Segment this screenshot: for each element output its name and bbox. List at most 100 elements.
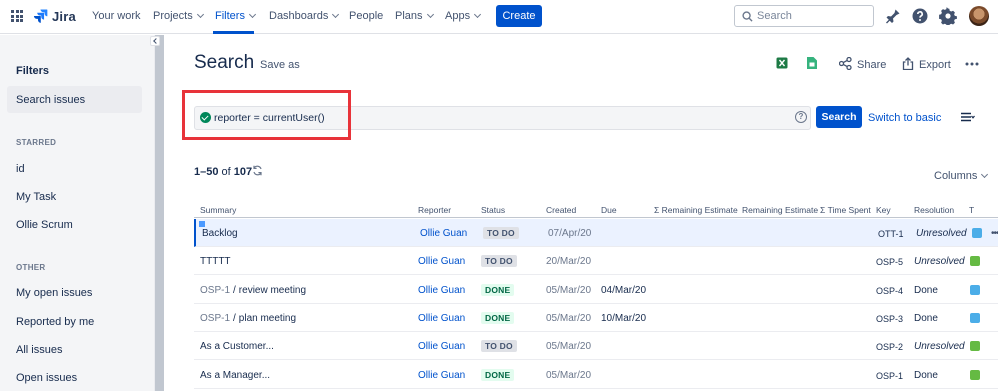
issue-type-story-icon [970,341,980,351]
sidebar-item-open-issues[interactable]: Open issues [16,372,77,384]
column-header-due[interactable]: Due [601,205,617,215]
issue-summary[interactable]: As a Manager... [200,370,270,381]
table-row[interactable]: Backlog Ollie Guan TO DO 07/Apr/20 OTT-1 Unre… [194,219,998,247]
sidebar-section-starred: STARRED [16,138,57,147]
status-badge: TO DO [483,227,519,239]
export-icon[interactable] [902,57,914,70]
column-header-summary[interactable]: Summary [200,205,236,215]
sidebar-item-my-open-issues[interactable]: My open issues [16,287,92,299]
resolution: Unresolved [914,341,965,352]
issue-key[interactable]: OSP-3 [876,314,903,324]
column-header-sum-time-spent[interactable]: Σ Time Spent [820,205,871,215]
table-row[interactable]: OSP-1/plan meeting Ollie Guan DONE 05/Mar/2… [194,304,998,332]
issue-key[interactable]: OSP-2 [876,342,903,352]
settings-icon[interactable] [939,7,957,25]
parent-separator: / [233,313,236,324]
nav-projects[interactable]: Projects [153,10,204,22]
due-date: 10/Mar/20 [601,313,647,324]
csv-export-icon[interactable] [807,57,817,69]
issue-summary[interactable]: As a Customer... [200,341,274,352]
reporter-link[interactable]: Ollie Guan [418,256,465,267]
column-header-sum-remaining-estimate[interactable]: Σ Remaining Estimate [654,205,738,215]
issue-key[interactable]: OTT-1 [878,229,904,239]
sidebar-section-other: OTHER [16,263,46,272]
sidebar-scrollbar[interactable] [155,35,164,391]
reporter-link[interactable]: Ollie Guan [418,341,465,352]
nav-plans[interactable]: Plans [395,10,434,22]
issue-summary[interactable]: TTTTT [200,256,231,267]
sidebar-item-search-issues[interactable]: Search issues [16,94,85,106]
collapse-sidebar-button[interactable] [150,36,160,46]
table-row[interactable]: As a Customer... Ollie Guan TO DO 05/Mar/20… [194,332,998,360]
more-actions-icon[interactable] [965,62,979,66]
search-button[interactable]: Search [816,106,862,128]
parent-issue-link[interactable]: OSP-1 [200,285,230,296]
sidebar-item-id[interactable]: id [16,163,25,175]
sidebar-item-reported-by-me[interactable]: Reported by me [16,316,94,328]
refresh-icon[interactable] [252,165,263,176]
sidebar-item-all-issues[interactable]: All issues [16,344,62,356]
columns-button[interactable]: Columns [934,170,989,182]
page-title: Search [194,52,255,73]
app-name: Jira [52,8,76,24]
column-header-resolution[interactable]: Resolution [914,205,954,215]
nav-label: People [349,10,384,22]
row-actions-icon[interactable]: ••• [991,228,998,239]
global-search[interactable] [734,5,874,27]
issue-summary[interactable]: review meeting [239,285,306,296]
parent-issue-link[interactable]: OSP-1 [200,313,230,324]
column-header-remaining-estimate[interactable]: Remaining Estimate [742,205,818,215]
issue-key[interactable]: OSP-4 [876,286,903,296]
list-view-menu-icon[interactable] [961,112,975,123]
nav-apps[interactable]: Apps [445,10,482,22]
nav-label: Your work [92,10,141,22]
help-icon[interactable] [911,7,929,25]
excel-export-icon[interactable] [776,57,788,69]
parent-separator: / [233,285,236,296]
table-row[interactable]: TTTTT Ollie Guan TO DO 20/Mar/20 OSP-5 Unreso… [194,247,998,275]
summary-cell[interactable]: OSP-1/plan meeting [200,313,296,324]
save-as-button[interactable]: Save as [260,59,300,71]
query-help-icon[interactable]: ? [795,111,807,123]
export-button[interactable]: Export [919,59,951,71]
reporter-link[interactable]: Ollie Guan [418,313,465,324]
switch-to-basic-link[interactable]: Switch to basic [868,112,941,124]
summary-cell[interactable]: OSP-1/review meeting [200,285,306,296]
resolution: Done [914,370,938,381]
share-icon[interactable] [839,57,852,70]
table-row[interactable]: As a Manager... Ollie Guan DONE 05/Mar/20 OS… [194,361,998,389]
reporter-link[interactable]: Ollie Guan [418,370,465,381]
nav-your-work[interactable]: Your work [92,10,141,22]
due-date: 04/Mar/20 [601,285,647,296]
results-range: 1–50 [194,166,219,178]
issue-summary[interactable]: plan meeting [239,313,296,324]
create-button[interactable]: Create [496,5,542,27]
issue-key[interactable]: OSP-5 [876,257,903,267]
reporter-link[interactable]: Ollie Guan [418,285,465,296]
column-header-key[interactable]: Key [876,205,891,215]
nav-people[interactable]: People [349,10,383,22]
issue-key[interactable]: OSP-1 [876,371,903,381]
notifications-icon[interactable] [884,7,902,25]
apps-grid-icon[interactable] [11,10,23,22]
resolution: Done [914,313,938,324]
sidebar-item-my-task[interactable]: My Task [16,191,56,203]
column-header-reporter[interactable]: Reporter [418,205,451,215]
nav-dashboards[interactable]: Dashboards [269,10,340,22]
column-header-created[interactable]: Created [546,205,576,215]
sidebar-title: Filters [16,65,50,77]
reporter-link[interactable]: Ollie Guan [420,228,467,239]
nav-label: Apps [445,10,471,22]
issue-type-check-icon [972,228,982,238]
share-button[interactable]: Share [857,59,886,71]
column-header-type[interactable]: T [969,205,974,215]
table-row[interactable]: OSP-1/review meeting Ollie Guan DONE 05/Mar… [194,276,998,304]
column-header-status[interactable]: Status [481,205,505,215]
jira-logo[interactable]: Jira [33,8,76,24]
nav-filters[interactable]: Filters [215,10,256,22]
status-badge: TO DO [481,340,517,352]
search-input[interactable] [757,9,867,23]
issue-summary[interactable]: Backlog [202,228,238,239]
sidebar-item-ollie-scrum[interactable]: Ollie Scrum [16,219,73,231]
avatar[interactable] [969,6,989,26]
